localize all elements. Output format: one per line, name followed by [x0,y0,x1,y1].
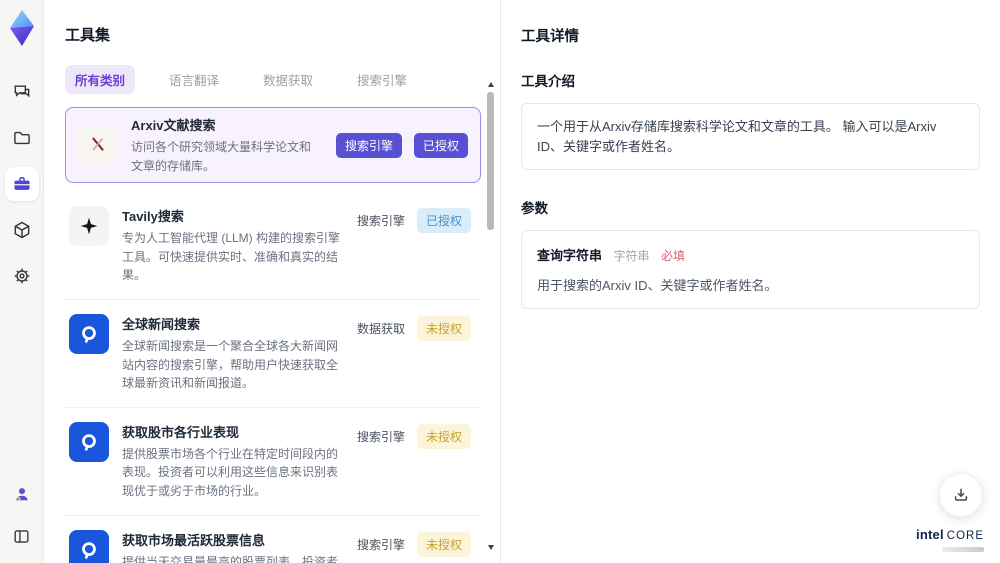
scrollbar-up-arrow[interactable] [488,82,494,87]
tool-card[interactable]: Tavily搜索专为人工智能代理 (LLM) 构建的搜索引擎工具。可快速提供实时… [65,192,481,300]
tool-description: 提供股票市场各个行业在特定时间段内的表现。投资者可以利用这些信息来识别表现优于或… [122,446,339,498]
tool-category-badge: 搜索引擎 [335,132,402,158]
app-logo-icon[interactable] [7,9,37,47]
parameter-box: 查询字符串 字符串 必填 用于搜索的Arxiv ID、关键字或作者姓名。 [521,230,980,309]
arxiv-icon [78,125,118,166]
tool-description: 提供当天交易量最高的股票列表。投资者可以利用这些信息来识别流动性强的股票和潜在的… [122,554,339,563]
tool-card[interactable]: 获取市场最活跃股票信息提供当天交易量最高的股票列表。投资者可以利用这些信息来识别… [65,516,481,563]
tool-category-badge: 搜索引擎 [356,214,405,229]
tool-name: Arxiv文献搜索 [131,118,216,133]
parameter-name: 查询字符串 [537,248,603,263]
tool-auth-badge: 未授权 [416,531,471,557]
tool-auth-badge: 未授权 [416,423,471,449]
download-button[interactable] [939,473,983,517]
intel-wordmark: intel [916,527,944,542]
tool-card-body: 获取市场最活跃股票信息提供当天交易量最高的股票列表。投资者可以利用这些信息来识别… [122,530,344,563]
sidebar-bottom [0,477,43,553]
tool-description: 专为人工智能代理 (LLM) 构建的搜索引擎工具。可快速提供实时、准确和真实的结… [122,231,341,283]
qblue-icon [69,529,109,563]
files-nav-button[interactable] [5,121,39,155]
tools-panel: 工具集 所有类别 语言翻译 数据获取 搜索引擎 Arxiv文献搜索访问各个研究领… [44,0,500,563]
tool-name: 获取股市各行业表现 [122,424,240,440]
briefcase-icon [14,177,29,190]
cube-icon [14,221,29,239]
tool-list: Arxiv文献搜索 访问各个研究领域大量科学论文和文章的存储库。 搜索引擎 已授权 Ta… [65,107,481,563]
tab-data-fetch[interactable]: 数据获取 [253,65,323,94]
core-wordmark: CORE [946,530,984,542]
tool-category-badge: 搜索引擎 [356,429,405,444]
tool-detail-panel: 工具详情 工具介绍 一个用于从Arxiv存储库搜索科学论文和文章的工具。 输入可… [500,0,1000,563]
tab-all-categories[interactable]: 所有类别 [65,65,136,94]
category-tabs: 所有类别 语言翻译 数据获取 搜索引擎 [65,65,500,94]
tools-nav-button[interactable] [4,167,39,201]
tool-badges: 搜索引擎 已授权 [356,206,471,234]
qblue-icon [69,421,109,462]
tab-translation[interactable]: 语言翻译 [159,65,229,94]
user-profile-button[interactable] [5,477,39,511]
chat-icon [14,85,29,98]
tool-badges: 搜索引擎 未授权 [357,422,471,449]
parameter-description: 用于搜索的Arxiv ID、关键字或作者姓名。 [537,278,778,293]
chat-nav-button[interactable] [5,75,39,109]
packages-nav-button[interactable] [5,213,39,247]
detail-title: 工具详情 [521,29,579,45]
tool-card[interactable]: Arxiv文献搜索访问各个研究领域大量科学论文和文章的存储库。 搜索引擎 已授权 [65,107,481,184]
tool-badges: 搜索引擎 未授权 [357,530,471,557]
gear-icon [14,268,29,284]
tavily-icon [69,206,109,247]
scrollbar-thumb[interactable] [487,92,494,230]
tool-auth-badge: 未授权 [416,315,471,341]
sidebar-nav [0,75,43,293]
intel-logo-bar [942,547,984,552]
tool-card-body: 获取股市各行业表现提供股票市场各个行业在特定时间段内的表现。投资者可以利用这些信… [122,422,344,501]
tool-card[interactable]: 全球新闻搜索全球新闻搜索是一个聚合全球各大新闻网站内容的搜索引擎，帮助用户快速获… [65,300,481,408]
tab-search-engine[interactable]: 搜索引擎 [347,65,417,94]
sidebar [0,0,44,563]
app-window: 工具集 所有类别 语言翻译 数据获取 搜索引擎 Arxiv文献搜索访问各个研究领… [0,0,1000,563]
intel-core-logo: intel CORE [916,527,984,552]
tool-auth-badge: 已授权 [413,132,468,158]
list-scrollbar[interactable] [487,82,495,550]
scrollbar-down-arrow[interactable] [488,545,494,550]
parameter-header: 查询字符串 字符串 必填 [537,245,964,265]
tool-auth-badge: 已授权 [416,208,471,234]
tool-card[interactable]: 获取股市各行业表现提供股票市场各个行业在特定时间段内的表现。投资者可以利用这些信… [65,408,481,516]
tool-name: Tavily搜索 [122,209,184,225]
qblue-icon [69,313,109,354]
tool-intro-box: 一个用于从Arxiv存储库搜索科学论文和文章的工具。 输入可以是Arxiv ID… [521,103,980,170]
tool-description: 全球新闻搜索是一个聚合全球各大新闻网站内容的搜索引擎，帮助用户快速获取全球最新资… [122,338,339,391]
parameter-required-flag: 必填 [660,249,685,263]
tool-card-body: 全球新闻搜索全球新闻搜索是一个聚合全球各大新闻网站内容的搜索引擎，帮助用户快速获… [122,314,344,393]
intro-heading: 工具介绍 [521,74,575,89]
user-icon [15,488,28,501]
tool-card-body: Tavily搜索专为人工智能代理 (LLM) 构建的搜索引擎工具。可快速提供实时… [122,206,344,285]
tool-badges: 数据获取 未授权 [357,314,471,341]
params-heading: 参数 [521,201,548,216]
panel-layout-icon [14,529,29,543]
download-icon [954,488,968,501]
folder-icon [13,131,30,145]
page-title: 工具集 [65,27,111,44]
tool-category-badge: 搜索引擎 [356,537,405,552]
settings-nav-button[interactable] [5,259,39,293]
tool-badges: 搜索引擎 已授权 [335,132,468,158]
collapse-panel-button[interactable] [5,519,39,553]
tool-name: 获取市场最活跃股票信息 [122,532,266,548]
tool-category-badge: 数据获取 [356,321,405,336]
tool-name: 全球新闻搜索 [122,316,201,332]
parameter-type: 字符串 [613,249,650,263]
tool-description: 访问各个研究领域大量科学论文和文章的存储库。 [131,140,312,173]
tool-card-body: Arxiv文献搜索访问各个研究领域大量科学论文和文章的存储库。 [131,115,323,175]
